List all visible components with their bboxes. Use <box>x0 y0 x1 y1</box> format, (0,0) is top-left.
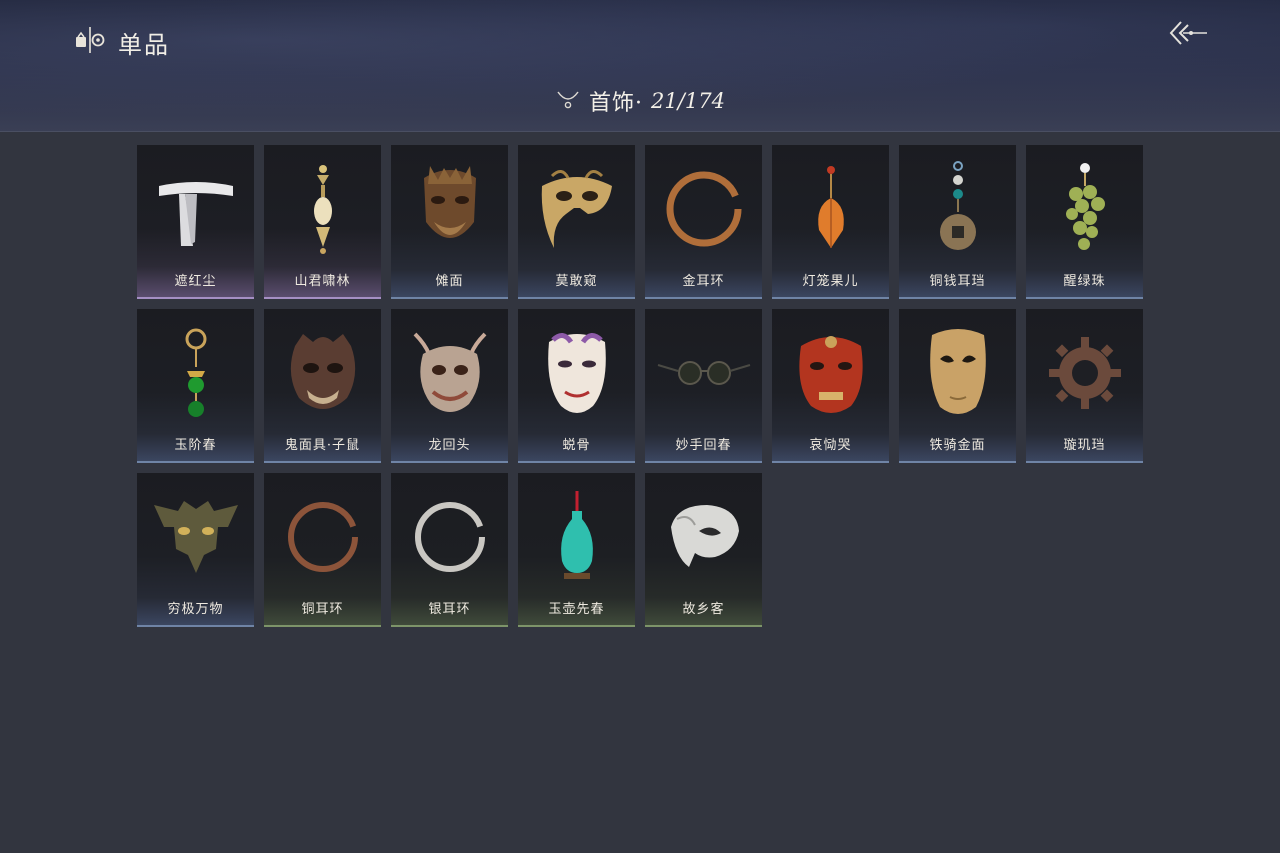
item-card[interactable]: 玉阶春 <box>137 309 254 463</box>
rat-demon-mask-icon <box>264 317 381 429</box>
gold-hoop-earring-icon <box>645 153 762 265</box>
item-card[interactable]: 蜕骨 <box>518 309 635 463</box>
jade-vase-icon <box>518 481 635 593</box>
item-card[interactable]: 遮红尘 <box>137 145 254 299</box>
silver-hoop-earring-icon <box>391 481 508 593</box>
item-grid: 遮红尘 山君啸林 傩面 莫敢窥 金耳环 灯笼果儿 铜钱耳珰 醒绿珠玉阶春 鬼面具·子鼠 龙回头 蜕骨… <box>137 145 1143 627</box>
item-card[interactable]: 穷极万物 <box>137 473 254 627</box>
copper-hoop-earring-icon <box>264 481 381 593</box>
pendant-earring-icon <box>264 153 381 265</box>
gold-face-mask-icon <box>899 317 1016 429</box>
page-header: 单品 首饰· 21/174 <box>0 0 1280 132</box>
item-card[interactable]: 璇玑珰 <box>1026 309 1143 463</box>
item-card[interactable]: 玉壶先春 <box>518 473 635 627</box>
page-title: 单品 <box>118 30 170 59</box>
item-card[interactable]: 山君啸林 <box>264 145 381 299</box>
item-name: 灯笼果儿 <box>802 274 859 289</box>
item-name: 金耳环 <box>682 274 725 289</box>
item-name: 遮红尘 <box>174 274 217 289</box>
item-name: 穷极万物 <box>167 602 224 617</box>
white-phantom-mask-icon <box>645 481 762 593</box>
item-card[interactable]: 醒绿珠 <box>1026 145 1143 299</box>
item-name: 蜕骨 <box>562 438 591 453</box>
item-name: 莫敢窥 <box>555 274 598 289</box>
item-card[interactable]: 哀恸哭 <box>772 309 889 463</box>
green-grape-earring-icon <box>1026 153 1143 265</box>
back-button[interactable] <box>1166 20 1210 50</box>
item-card[interactable]: 龙回头 <box>391 309 508 463</box>
item-name: 哀恸哭 <box>809 438 852 453</box>
item-card[interactable]: 鬼面具·子鼠 <box>264 309 381 463</box>
spectacles-icon <box>645 317 762 429</box>
item-name: 璇玑珰 <box>1063 438 1106 453</box>
item-name: 铁骑金面 <box>929 438 986 453</box>
golden-half-mask-icon <box>518 153 635 265</box>
gear-ring-earring-icon <box>1026 317 1143 429</box>
wardrobe-icon <box>74 25 106 59</box>
item-name: 故乡客 <box>682 602 725 617</box>
back-arrow-icon <box>1167 19 1209 51</box>
item-name: 鬼面具·子鼠 <box>284 438 361 453</box>
category-heading: 首饰· 21/174 <box>0 86 1280 116</box>
item-card[interactable]: 傩面 <box>391 145 508 299</box>
item-name: 龙回头 <box>428 438 471 453</box>
item-name: 山君啸林 <box>294 274 351 289</box>
lantern-fruit-earring-icon <box>772 153 889 265</box>
item-name: 玉壶先春 <box>548 602 605 617</box>
item-name: 醒绿珠 <box>1063 274 1106 289</box>
bronze-taotie-mask-icon <box>137 481 254 593</box>
jade-bead-earring-icon <box>137 317 254 429</box>
item-name: 铜钱耳珰 <box>929 274 986 289</box>
nuo-mask-icon <box>391 153 508 265</box>
item-name: 傩面 <box>435 274 464 289</box>
item-name: 玉阶春 <box>174 438 217 453</box>
dragon-mask-icon <box>391 317 508 429</box>
item-card[interactable]: 故乡客 <box>645 473 762 627</box>
item-name: 妙手回春 <box>675 438 732 453</box>
necklace-icon <box>555 86 581 116</box>
item-card[interactable]: 灯笼果儿 <box>772 145 889 299</box>
item-card[interactable]: 铜耳环 <box>264 473 381 627</box>
coin-earring-icon <box>899 153 1016 265</box>
red-oni-mask-icon <box>772 317 889 429</box>
item-card[interactable]: 莫敢窥 <box>518 145 635 299</box>
item-card[interactable]: 银耳环 <box>391 473 508 627</box>
item-name: 银耳环 <box>428 602 471 617</box>
item-card[interactable]: 铜钱耳珰 <box>899 145 1016 299</box>
category-count: 21/174 <box>651 89 725 113</box>
item-card[interactable]: 铁骑金面 <box>899 309 1016 463</box>
white-headband-icon <box>137 153 254 265</box>
item-name: 铜耳环 <box>301 602 344 617</box>
header-title-group: 单品 <box>74 25 170 59</box>
item-card[interactable]: 妙手回春 <box>645 309 762 463</box>
item-card[interactable]: 金耳环 <box>645 145 762 299</box>
category-label: 首饰· <box>589 91 644 116</box>
white-opera-mask-icon <box>518 317 635 429</box>
